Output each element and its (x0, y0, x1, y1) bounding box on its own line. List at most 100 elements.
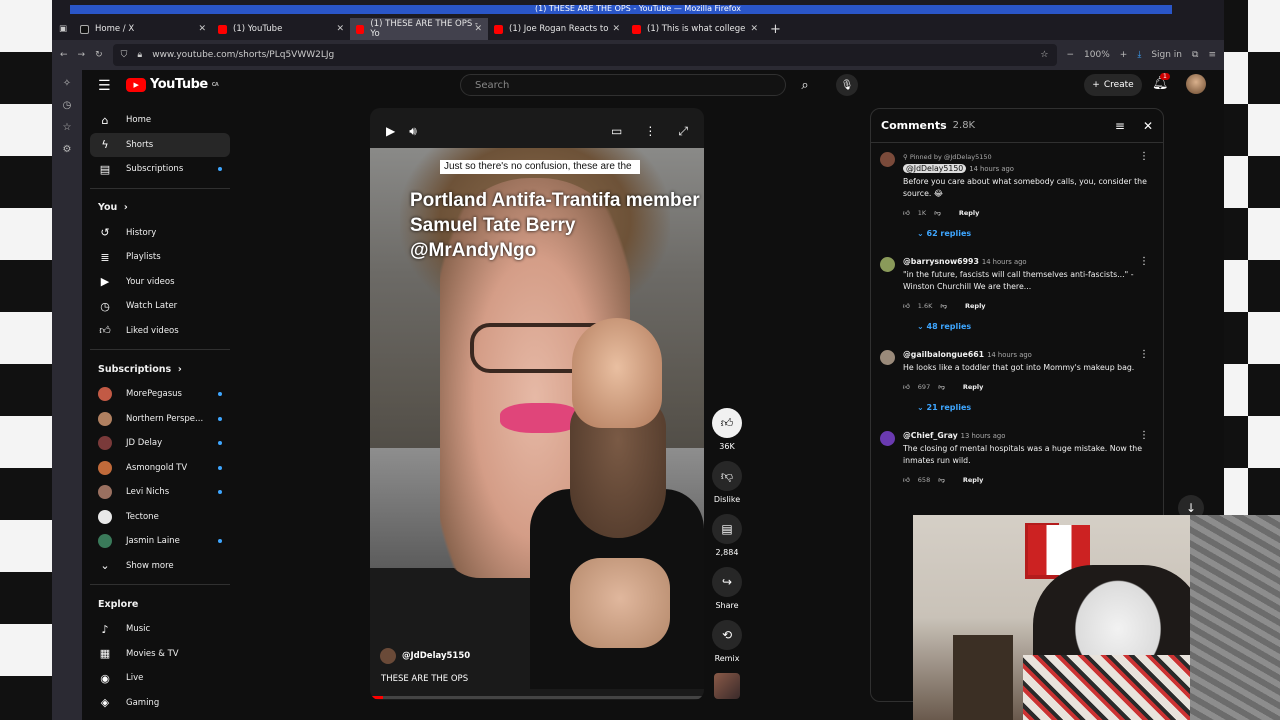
play-icon[interactable]: ▶ (386, 124, 395, 138)
audio-thumbnail[interactable] (706, 673, 748, 699)
reply-button[interactable]: Reply (959, 207, 980, 219)
subscriptions-heading[interactable]: Subscriptions › (90, 356, 230, 382)
commenter-avatar[interactable] (880, 431, 895, 446)
comment-menu-icon[interactable]: ⋮ (1139, 151, 1149, 163)
sidebar-item-subscription[interactable]: Northern Perspe... (90, 407, 230, 432)
sidebar-item-subscription[interactable]: MorePegasus (90, 382, 230, 407)
like-button[interactable]: 👍︎ 36K (706, 408, 748, 451)
microphone-icon[interactable]: 🎙︎ (836, 74, 858, 96)
thumbs-up-icon[interactable]: 👍︎ (903, 381, 910, 393)
channel-handle[interactable]: @JdDelay5150 (402, 651, 470, 661)
extensions-icon[interactable]: ⧉ (1192, 50, 1198, 60)
commenter-avatar[interactable] (880, 257, 895, 272)
captions-icon[interactable]: ▭ (611, 124, 622, 139)
comments-button[interactable]: ▤ 2,884 (706, 514, 748, 557)
sidebar-item-liked-videos[interactable]: 👍︎ Liked videos (90, 319, 230, 344)
progress-bar[interactable] (370, 696, 704, 699)
sidebar-item-watch-later[interactable]: ◷ Watch Later (90, 294, 230, 319)
tab-youtube[interactable]: (1) YouTube ✕ (212, 18, 350, 40)
sidebar-item-music[interactable]: ♪ Music (90, 617, 230, 642)
sidebar-item-subscription[interactable]: Levi Nichs (90, 480, 230, 505)
sign-in-button[interactable]: Sign in (1151, 50, 1182, 60)
reply-button[interactable]: Reply (965, 300, 986, 312)
sidebar-item-movies[interactable]: ▦ Movies & TV (90, 642, 230, 667)
comment-time[interactable]: 14 hours ago (969, 165, 1014, 173)
new-tab-icon[interactable]: + (770, 22, 781, 37)
commenter-handle[interactable]: @Chief_Gray (903, 431, 958, 440)
close-tab-icon[interactable]: ✕ (198, 24, 206, 34)
reply-button[interactable]: Reply (963, 381, 984, 393)
thumbs-up-icon[interactable]: 👍︎ (903, 474, 910, 486)
history-icon[interactable]: ◷ (61, 100, 73, 112)
zoom-in-icon[interactable]: + (1120, 50, 1128, 60)
sidebar-item-your-videos[interactable]: ▶ Your videos (90, 270, 230, 295)
commenter-avatar[interactable] (880, 350, 895, 365)
tab-x[interactable]: Home / X ✕ (74, 18, 212, 40)
channel-avatar[interactable] (380, 648, 396, 664)
download-icon[interactable]: ⤓ (1137, 50, 1141, 60)
commenter-handle[interactable]: @barrysnow6993 (903, 257, 979, 266)
commenter-handle[interactable]: @gailbalongue661 (903, 350, 984, 359)
tab-shorts-active[interactable]: (1) THESE ARE THE OPS - Yo ✕ (350, 18, 488, 40)
sidebar-item-history[interactable]: ↺ History (90, 221, 230, 246)
thumbs-down-icon[interactable]: 👎︎ (938, 474, 945, 486)
thumbs-down-icon[interactable]: 👎︎ (934, 207, 941, 219)
guide-menu-icon[interactable]: ☰ (98, 78, 111, 94)
tab-list-icon[interactable]: ▣ (52, 24, 74, 34)
you-heading[interactable]: You › (90, 195, 230, 221)
notifications-bell-icon[interactable]: 🔔︎ 1 (1152, 73, 1170, 91)
close-tab-icon[interactable]: ✕ (750, 24, 758, 34)
bookmarks-icon[interactable]: ☆ (61, 122, 73, 134)
dislike-button[interactable]: 👎︎ Dislike (706, 461, 748, 504)
close-icon[interactable]: ✕ (1143, 119, 1153, 133)
create-button[interactable]: + Create (1084, 74, 1142, 96)
sidebar-item-subscription[interactable]: Asmongold TV (90, 456, 230, 481)
shorts-player[interactable]: ▶ 🔊︎ ▭ ⋮ ⤢ Just so there's no confusion,… (370, 108, 704, 700)
zoom-out-icon[interactable]: − (1067, 50, 1075, 60)
commenter-avatar[interactable] (880, 152, 895, 167)
comment-menu-icon[interactable]: ⋮ (1139, 256, 1149, 268)
sidebar-item-playlists[interactable]: ≣ Playlists (90, 245, 230, 270)
thumbs-up-icon[interactable]: 👍︎ (903, 300, 910, 312)
channel-info[interactable]: @JdDelay5150 (380, 648, 470, 664)
reload-icon[interactable]: ↻ (95, 50, 103, 60)
view-replies-button[interactable]: ⌄ 48 replies (917, 321, 1153, 333)
view-replies-button[interactable]: ⌄ 62 replies (917, 228, 1153, 240)
url-bar[interactable]: ⛉ 🔒︎ www.youtube.com/shorts/PLq5VWW2LJg … (112, 44, 1057, 66)
tab-joe-rogan[interactable]: (1) Joe Rogan Reacts to ✕ (488, 18, 626, 40)
thumbs-down-icon[interactable]: 👎︎ (940, 300, 947, 312)
show-more-button[interactable]: ⌄ Show more (90, 554, 230, 579)
volume-icon[interactable]: 🔊︎ (409, 124, 417, 139)
comment-time[interactable]: 14 hours ago (987, 351, 1032, 359)
app-menu-icon[interactable]: ≡ (1208, 50, 1216, 60)
search-icon[interactable]: ⌕ (788, 74, 822, 96)
more-options-icon[interactable]: ⋮ (644, 124, 656, 139)
account-avatar[interactable] (1186, 74, 1206, 94)
close-tab-icon[interactable]: ✕ (474, 24, 482, 34)
thumbs-up-icon[interactable]: 👍︎ (903, 207, 910, 219)
search-input[interactable]: Search (460, 74, 786, 96)
fullscreen-icon[interactable]: ⤢ (678, 124, 688, 139)
view-replies-button[interactable]: ⌄ 21 replies (917, 402, 1153, 414)
sidebar-item-subscriptions[interactable]: ▤ Subscriptions (90, 157, 230, 182)
youtube-logo[interactable]: ▶ YouTube CA (126, 77, 219, 92)
sidebar-item-subscription[interactable]: Tectone (90, 505, 230, 530)
sidebar-item-home[interactable]: ⌂ Home (90, 108, 230, 133)
zoom-level[interactable]: 100% (1084, 50, 1110, 60)
bookmark-star-icon[interactable]: ☆ (1040, 50, 1048, 60)
close-tab-icon[interactable]: ✕ (336, 24, 344, 34)
comment-menu-icon[interactable]: ⋮ (1139, 430, 1149, 442)
sidebar-item-live[interactable]: ◉ Live (90, 666, 230, 691)
sort-icon[interactable]: ≡ (1115, 119, 1125, 133)
video-title[interactable]: THESE ARE THE OPS (381, 674, 468, 684)
sidebar-item-gaming[interactable]: ◈ Gaming (90, 691, 230, 716)
remix-button[interactable]: ⟲ Remix (706, 620, 748, 663)
thumbs-down-icon[interactable]: 👎︎ (938, 381, 945, 393)
forward-icon[interactable]: → (78, 50, 86, 60)
commenter-handle[interactable]: @JdDelay5150 (903, 164, 967, 173)
sidebar-item-shorts[interactable]: ϟ Shorts (90, 132, 230, 157)
sidebar-item-subscription[interactable]: Jasmin Laine (90, 529, 230, 554)
sidebar-item-subscription[interactable]: JD Delay (90, 431, 230, 456)
settings-icon[interactable]: ⚙ (61, 144, 73, 156)
comment-menu-icon[interactable]: ⋮ (1139, 349, 1149, 361)
